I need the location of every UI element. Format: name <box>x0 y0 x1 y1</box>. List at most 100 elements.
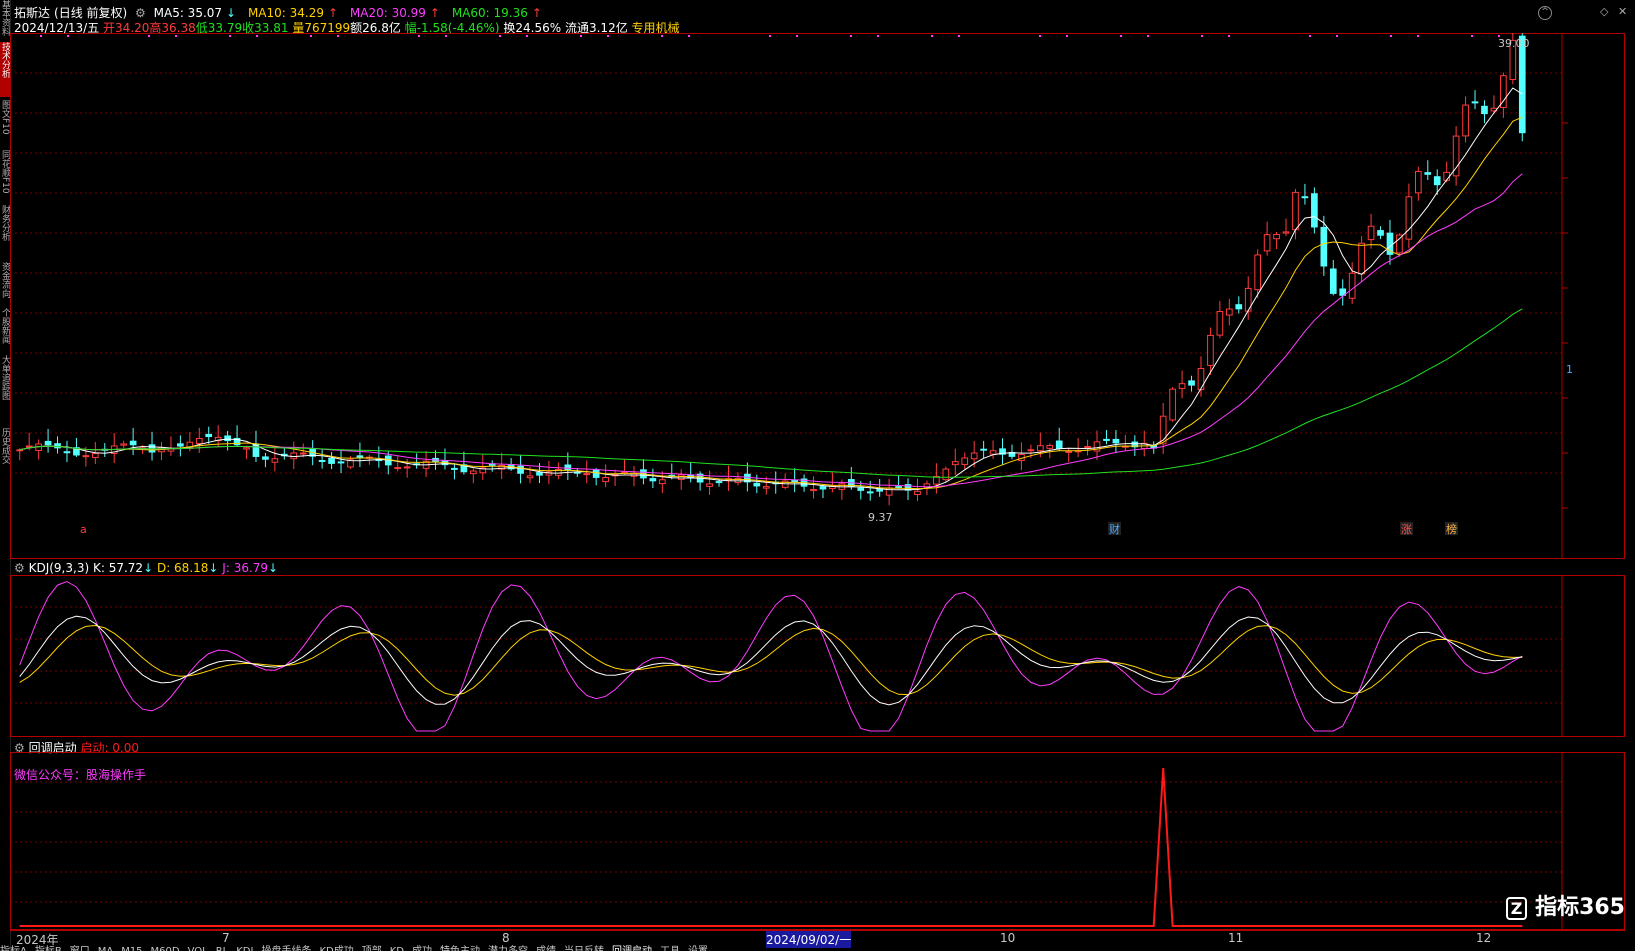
sidebar-tab-1[interactable]: 技术分析 <box>0 42 10 97</box>
candle-body <box>1103 438 1110 441</box>
diamond-icon[interactable]: ◇ <box>1600 5 1608 18</box>
kdj-d: D: 68.18↓ <box>157 561 219 575</box>
ma5-arrow: ↓ <box>226 6 237 20</box>
candle-body <box>895 486 902 489</box>
menu-item-17[interactable]: 当日反转 <box>564 946 604 951</box>
menu-item-18[interactable]: 回调启动 <box>612 946 652 951</box>
sidebar-tab-6[interactable]: 个股新闻 <box>0 308 10 353</box>
candle-body <box>1263 234 1271 252</box>
candlestick-chart[interactable]: 39.00 9.37 财 涨 榜 a 1 <box>10 33 1625 559</box>
kdj-j-arrow: ↓ <box>268 561 279 575</box>
collapse-icon[interactable]: ^ <box>1538 6 1552 20</box>
kdj-k-value: K: 57.72 <box>92 561 144 575</box>
candle-body <box>1433 176 1441 186</box>
kdj-d-line <box>19 624 1523 696</box>
menu-item-7[interactable]: RL <box>216 946 229 951</box>
top-marker-dot <box>310 35 312 37</box>
candle-body <box>54 443 61 449</box>
candle-body <box>1197 367 1205 391</box>
candle-body <box>1273 233 1280 240</box>
top-marker-dot <box>1147 35 1149 37</box>
candle-body <box>1311 193 1318 228</box>
top-marker-dot <box>40 35 42 37</box>
candle-body <box>592 469 600 478</box>
menu-item-4[interactable]: M15 <box>121 946 142 951</box>
candle-body <box>1188 380 1195 386</box>
menu-item-20[interactable]: 设置 <box>688 946 708 951</box>
sidebar-tab-7[interactable]: 大单追踪图 <box>0 355 10 425</box>
sidebar-tab-0[interactable]: 基本资料 <box>0 0 10 40</box>
candle-body <box>1046 444 1054 449</box>
menu-item-12[interactable]: KD <box>390 946 404 951</box>
menu-item-15[interactable]: 潜力多空 <box>488 946 528 951</box>
top-marker-dot <box>67 35 69 37</box>
top-marker-dot <box>175 35 177 37</box>
menu-item-16[interactable]: 成绩 <box>536 946 556 951</box>
candle-body <box>299 452 307 455</box>
menu-item-13[interactable]: 成功 <box>412 946 432 951</box>
top-marker-dot <box>1039 35 1041 37</box>
candle-body <box>451 467 458 470</box>
top-marker-dot <box>526 35 528 37</box>
kdj-chart[interactable] <box>10 575 1625 737</box>
close-icon[interactable]: ✕ <box>1618 5 1627 18</box>
candle-body <box>16 449 24 452</box>
ma10-label: MA10: 34.29 ↑ <box>248 6 342 20</box>
menu-item-3[interactable]: MA <box>98 946 113 951</box>
candle-body <box>791 480 798 483</box>
candle-body <box>1320 226 1328 267</box>
candle-body <box>677 474 685 481</box>
red-event-mark: a <box>80 523 87 536</box>
candle-body <box>1235 304 1243 310</box>
candle-body <box>224 435 231 442</box>
settings-gear-icon[interactable]: ⚙ <box>135 6 146 20</box>
kdj-k-arrow: ↓ <box>143 561 154 575</box>
candle-body <box>1471 101 1479 104</box>
candle-body <box>1424 172 1432 175</box>
kdj-k: K: 57.72↓ <box>93 561 153 575</box>
ma5-value: MA5: 35.07 <box>153 6 223 20</box>
sidebar-tab-2[interactable]: 图文F10 <box>0 100 10 148</box>
sidebar-tab-5[interactable]: 资金流向 <box>0 262 10 306</box>
candle-body <box>1036 445 1044 452</box>
ma20-label: MA20: 30.99 ↑ <box>350 6 444 20</box>
event-badge: 涨 <box>1401 523 1412 536</box>
bottom-indicator-menu[interactable]: 指标A指标B窗口MAM15M60DVOLRLKDJ操盘手线条KD成功顶部KD成功… <box>0 942 1635 951</box>
menu-item-9[interactable]: 操盘手线条 <box>261 946 311 951</box>
menu-item-2[interactable]: 窗口 <box>70 946 90 951</box>
sidebar-tab-4[interactable]: 财务分析 <box>0 205 10 259</box>
candle-body <box>1216 311 1224 336</box>
top-marker-dot <box>796 35 798 37</box>
candle-body <box>1065 450 1073 453</box>
candle-body <box>819 486 827 490</box>
menu-item-11[interactable]: 顶部 <box>362 946 382 951</box>
menu-item-1[interactable]: 指标B <box>35 946 62 951</box>
stock-name: 拓斯达 <box>14 6 51 20</box>
candle-body <box>885 487 893 496</box>
menu-item-19[interactable]: 工具 <box>660 946 680 951</box>
sidebar-tab-8[interactable]: 历史成交 <box>0 428 10 476</box>
menu-item-8[interactable]: KDJ <box>236 946 253 951</box>
top-marker-dot <box>688 35 690 37</box>
menu-item-10[interactable]: KD成功 <box>319 946 353 951</box>
kdj-j-line <box>19 580 1523 732</box>
kdj-gear-icon[interactable]: ⚙ <box>14 561 25 575</box>
right-axis-marker: 1 <box>1566 363 1573 376</box>
menu-item-5[interactable]: M60D <box>151 946 180 951</box>
menu-item-14[interactable]: 特色主动 <box>440 946 480 951</box>
candle-body <box>1358 242 1365 275</box>
candle-body <box>942 468 950 481</box>
menu-item-6[interactable]: VOL <box>188 946 208 951</box>
candle-body <box>1301 196 1309 199</box>
candle-body <box>1112 438 1120 444</box>
menu-item-0[interactable]: 指标A <box>0 946 27 951</box>
top-marker-dot <box>418 35 420 37</box>
kdj-j: J: 36.79↓ <box>222 561 278 575</box>
candle-body <box>1254 254 1262 291</box>
candle-body <box>857 487 865 491</box>
signal-chart[interactable] <box>10 752 1625 930</box>
ma60-value: MA60: 19.36 <box>451 6 528 20</box>
sidebar-tab-3[interactable]: 同花顺F10 <box>0 150 10 202</box>
candle-body <box>866 491 874 494</box>
candle-body <box>337 461 345 464</box>
